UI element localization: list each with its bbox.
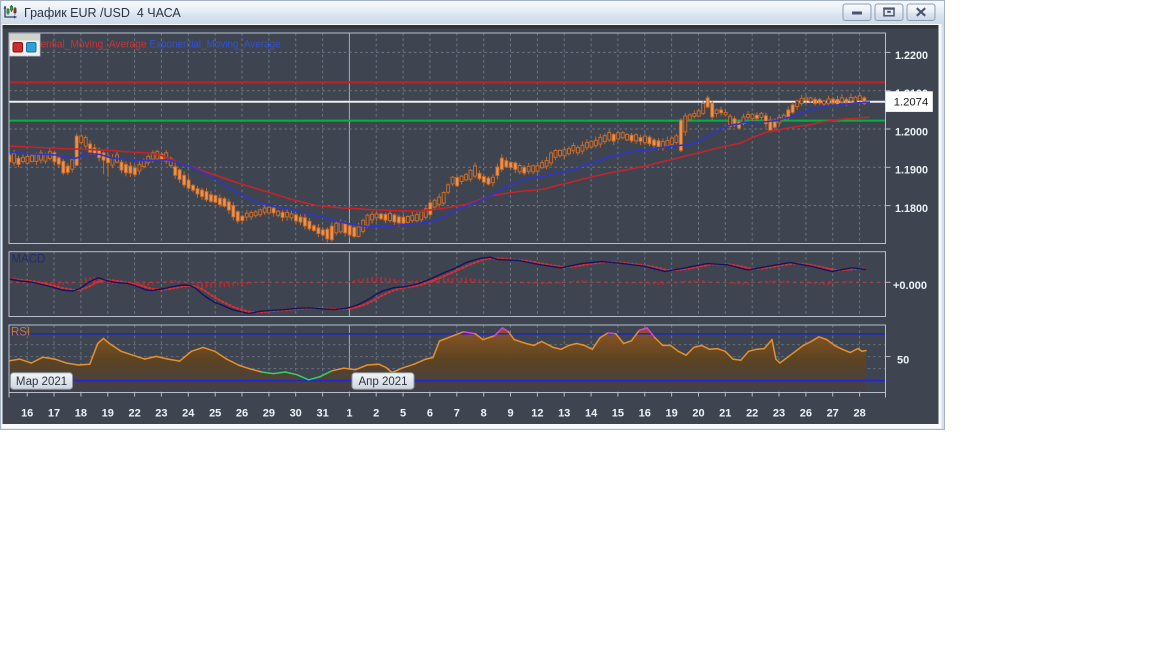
svg-text:16: 16 xyxy=(639,408,651,420)
svg-text:1.1800: 1.1800 xyxy=(895,203,928,215)
svg-text:22: 22 xyxy=(746,408,758,420)
svg-text:24: 24 xyxy=(182,408,195,420)
svg-text:7: 7 xyxy=(454,408,460,420)
svg-text:19: 19 xyxy=(102,408,114,420)
svg-text:График EUR /USD 4 ЧАСА: График EUR /USD 4 ЧАСА xyxy=(24,6,181,20)
svg-text:19: 19 xyxy=(665,408,677,420)
svg-text:20: 20 xyxy=(692,408,704,420)
svg-text:23: 23 xyxy=(773,408,785,420)
svg-text:15: 15 xyxy=(612,408,624,420)
svg-text:1.1900: 1.1900 xyxy=(895,165,928,177)
svg-text:1.2000: 1.2000 xyxy=(895,126,928,138)
svg-text:14: 14 xyxy=(585,408,598,420)
svg-text:Апр 2021: Апр 2021 xyxy=(358,376,407,388)
svg-text:+0.000: +0.000 xyxy=(893,280,927,292)
svg-text:28: 28 xyxy=(853,408,865,420)
svg-text:18: 18 xyxy=(75,408,87,420)
svg-text:21: 21 xyxy=(719,408,731,420)
svg-text:Мар 2021: Мар 2021 xyxy=(16,376,67,388)
svg-text:17: 17 xyxy=(48,408,60,420)
svg-text:30: 30 xyxy=(290,408,302,420)
svg-text:5: 5 xyxy=(400,408,406,420)
svg-text:50: 50 xyxy=(897,355,909,367)
svg-text:1: 1 xyxy=(346,408,352,420)
svg-text:29: 29 xyxy=(263,408,275,420)
svg-text:27: 27 xyxy=(827,408,839,420)
svg-text:1.2074: 1.2074 xyxy=(894,96,929,108)
svg-text:22: 22 xyxy=(128,408,140,420)
svg-text:9: 9 xyxy=(507,408,513,420)
svg-text:MACD: MACD xyxy=(12,254,46,266)
svg-text:6: 6 xyxy=(427,408,433,420)
svg-text:16: 16 xyxy=(21,408,33,420)
svg-text:ential_Moving_Average: ential_Moving_Average xyxy=(41,39,147,51)
svg-text:2: 2 xyxy=(373,408,379,420)
svg-text:31: 31 xyxy=(316,408,328,420)
svg-text:RSI: RSI xyxy=(11,327,30,339)
svg-text:13: 13 xyxy=(558,408,570,420)
svg-text:1.2200: 1.2200 xyxy=(895,50,928,62)
svg-text:12: 12 xyxy=(531,408,543,420)
svg-text:26: 26 xyxy=(236,408,248,420)
svg-text:23: 23 xyxy=(155,408,167,420)
svg-text:8: 8 xyxy=(481,408,487,420)
svg-text:25: 25 xyxy=(209,408,221,420)
svg-text:Exponential_Moving_Average: Exponential_Moving_Average xyxy=(150,39,281,51)
svg-text:26: 26 xyxy=(800,408,812,420)
